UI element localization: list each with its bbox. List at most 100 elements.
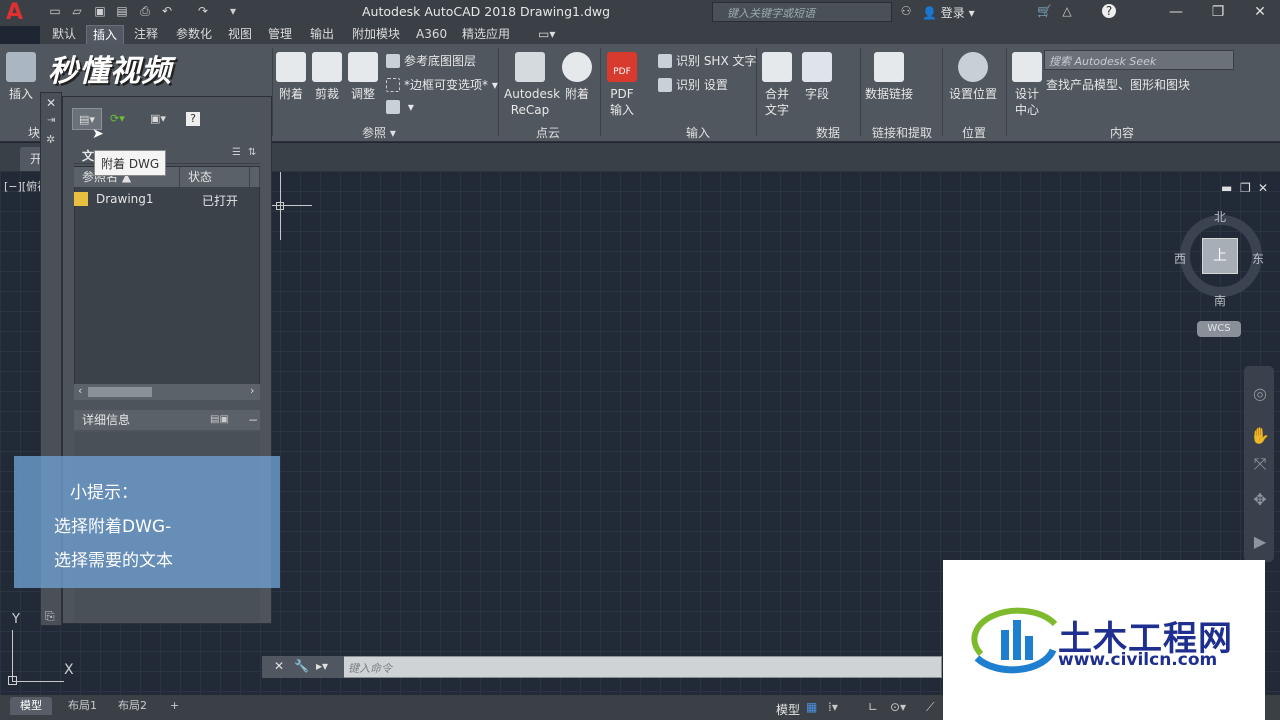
sign-in-button[interactable]: 👤 登录 ▾ (922, 4, 975, 21)
command-input[interactable]: 键入命令 (344, 656, 942, 678)
compass-north[interactable]: 北 (1214, 208, 1226, 225)
location-panel-label: 位置 (962, 126, 987, 140)
grid-toggle-icon[interactable]: ▦ (806, 700, 817, 714)
field-button[interactable]: 字段 (802, 52, 832, 102)
a360-icon[interactable]: △ (1060, 4, 1074, 18)
clip-button[interactable]: 剪裁 (312, 52, 342, 102)
adjust-button[interactable]: 调整 (348, 52, 378, 102)
layout-tab-2[interactable]: 布局2 (108, 697, 157, 715)
cart-icon[interactable]: 🛒 (1037, 4, 1052, 18)
ribbon-toggle-icon[interactable]: ▭▾ (532, 25, 561, 44)
add-layout-icon[interactable]: + (160, 697, 189, 715)
command-customize-icon[interactable]: 🔧 (294, 659, 309, 673)
showmotion-icon[interactable]: ▶ (1250, 532, 1270, 552)
canvas-close-icon[interactable]: ✕ (1258, 181, 1268, 195)
recap-button[interactable]: Autodesk ReCap (504, 52, 560, 118)
layout-tab-1[interactable]: 布局1 (58, 697, 107, 715)
undo-icon[interactable]: ↶ (160, 4, 174, 18)
viewcube-top-face[interactable]: 上 (1202, 238, 1238, 274)
underlay-layers-button[interactable]: 参考底图图层 (386, 52, 476, 69)
palette-properties-icon[interactable]: ✲ (46, 133, 55, 146)
compass-east[interactable]: 东 (1252, 250, 1264, 267)
tab-a360[interactable]: A360 (410, 25, 453, 44)
tree-view-icon[interactable]: ⇅ (248, 147, 256, 158)
tab-featured-apps[interactable]: 精选应用 (456, 25, 516, 44)
refresh-icon[interactable]: ⟳▾ (110, 108, 125, 130)
ucs-y-axis (12, 630, 13, 682)
maximize-button[interactable]: ❐ (1198, 0, 1238, 24)
column-header-status[interactable]: 状态 (180, 167, 250, 187)
frame-variable-dropdown[interactable]: *边框可变选项* ▾ (386, 76, 498, 93)
layout-tab-model[interactable]: 模型 (10, 697, 52, 715)
model-space-button[interactable]: 模型 (776, 701, 800, 718)
command-close-icon[interactable]: ✕ (274, 659, 284, 673)
snap-underlay-dropdown[interactable]: ▾ (386, 100, 414, 114)
tab-output[interactable]: 输出 (304, 25, 340, 44)
tab-addins[interactable]: 附加模块 (346, 25, 406, 44)
wcs-menu-button[interactable]: WCS (1197, 321, 1241, 337)
pdf-import-button[interactable]: PDF PDF 输入 (606, 52, 638, 118)
tab-view[interactable]: 视图 (222, 25, 258, 44)
ortho-toggle-icon[interactable]: ∟ (868, 700, 878, 714)
tab-parametric[interactable]: 参数化 (170, 25, 218, 44)
insert-block-button[interactable]: 插入 (6, 52, 36, 102)
table-row[interactable]: Drawing1 已打开 (74, 190, 260, 210)
design-center-button[interactable]: 设计 中心 (1012, 52, 1042, 118)
details-view-icon[interactable]: ▤▣ (210, 410, 229, 430)
tab-manage[interactable]: 管理 (262, 25, 298, 44)
column-header-size[interactable] (250, 167, 260, 187)
plot-icon[interactable]: ⎙ (138, 4, 152, 18)
zoom-extents-icon[interactable]: ⤧ (1250, 454, 1270, 474)
attach-dwg-tooltip: 附着 DWG (94, 150, 167, 176)
canvas-minimize-icon[interactable]: ▬ (1221, 181, 1232, 195)
frame-icon (386, 78, 400, 92)
binoculars-icon[interactable]: ⚇ (899, 4, 913, 18)
palette-close-icon[interactable]: ✕ (46, 96, 56, 110)
snap-toggle-icon[interactable]: ⁞▾ (828, 700, 838, 714)
scroll-right-icon[interactable]: › (250, 384, 254, 397)
palette-help-icon[interactable]: ? (186, 112, 200, 126)
customize-qat-icon[interactable]: ▾ (226, 4, 240, 18)
seek-search-input[interactable]: 搜索 Autodesk Seek (1044, 50, 1234, 70)
minimize-button[interactable]: — (1156, 0, 1196, 24)
clip-label: 剪裁 (314, 87, 339, 101)
ref-status-cell: 已打开 (202, 194, 239, 208)
attach-pointcloud-button[interactable]: 附着 (562, 52, 592, 102)
save-icon[interactable]: ▣ (93, 4, 107, 18)
osnap-toggle-icon[interactable]: ⟋ (926, 700, 934, 715)
help-search-input[interactable]: 键入关键字或短语 (712, 2, 892, 22)
palette-autohide-icon[interactable]: ⇥ (47, 115, 55, 126)
new-file-icon[interactable]: ▭ (48, 4, 62, 18)
combine-text-button[interactable]: 合并 文字 (762, 52, 792, 118)
application-menu-button[interactable]: A (0, 0, 40, 26)
close-button[interactable]: ✕ (1240, 0, 1280, 24)
save-as-icon[interactable]: ▤ (115, 4, 129, 18)
tab-annotate[interactable]: 注释 (128, 25, 164, 44)
pan-icon[interactable]: ✋ (1250, 426, 1270, 446)
recognize-shx-button[interactable]: 识别 SHX 文字 (658, 52, 757, 69)
data-link-button[interactable]: 数据链接 (864, 52, 914, 102)
orbit-icon[interactable]: ✥ (1250, 490, 1270, 510)
palette-xref-icon[interactable]: ⎘ (45, 609, 55, 624)
change-path-icon[interactable]: ▣▾ (150, 108, 166, 130)
redo-icon[interactable]: ↷ (196, 4, 210, 18)
tab-insert[interactable]: 插入 (86, 25, 125, 44)
compass-west[interactable]: 西 (1174, 250, 1186, 267)
scroll-left-icon[interactable]: ‹ (78, 384, 82, 397)
command-recent-icon[interactable]: ▸▾ (316, 659, 328, 673)
steering-wheel-icon[interactable]: ◎ (1250, 384, 1270, 404)
recognize-settings-button[interactable]: 识别 设置 (658, 76, 728, 93)
tab-default[interactable]: 默认 (46, 25, 82, 44)
open-file-icon[interactable]: ▱ (70, 4, 84, 18)
set-location-button[interactable]: 设置位置 (948, 52, 998, 102)
polar-toggle-icon[interactable]: ⊙▾ (890, 700, 906, 714)
compass-south[interactable]: 南 (1214, 292, 1226, 309)
canvas-restore-icon[interactable]: ❐ (1240, 181, 1251, 195)
list-view-icon[interactable]: ☰ (232, 147, 241, 158)
help-icon[interactable]: ? (1102, 4, 1116, 18)
drawing-file-icon (74, 192, 88, 206)
reference-panel-text: 参照 (362, 126, 387, 140)
scrollbar-thumb[interactable] (88, 387, 152, 397)
attach-reference-button[interactable]: 附着 (276, 52, 306, 102)
details-collapse-icon[interactable]: − (248, 410, 258, 430)
